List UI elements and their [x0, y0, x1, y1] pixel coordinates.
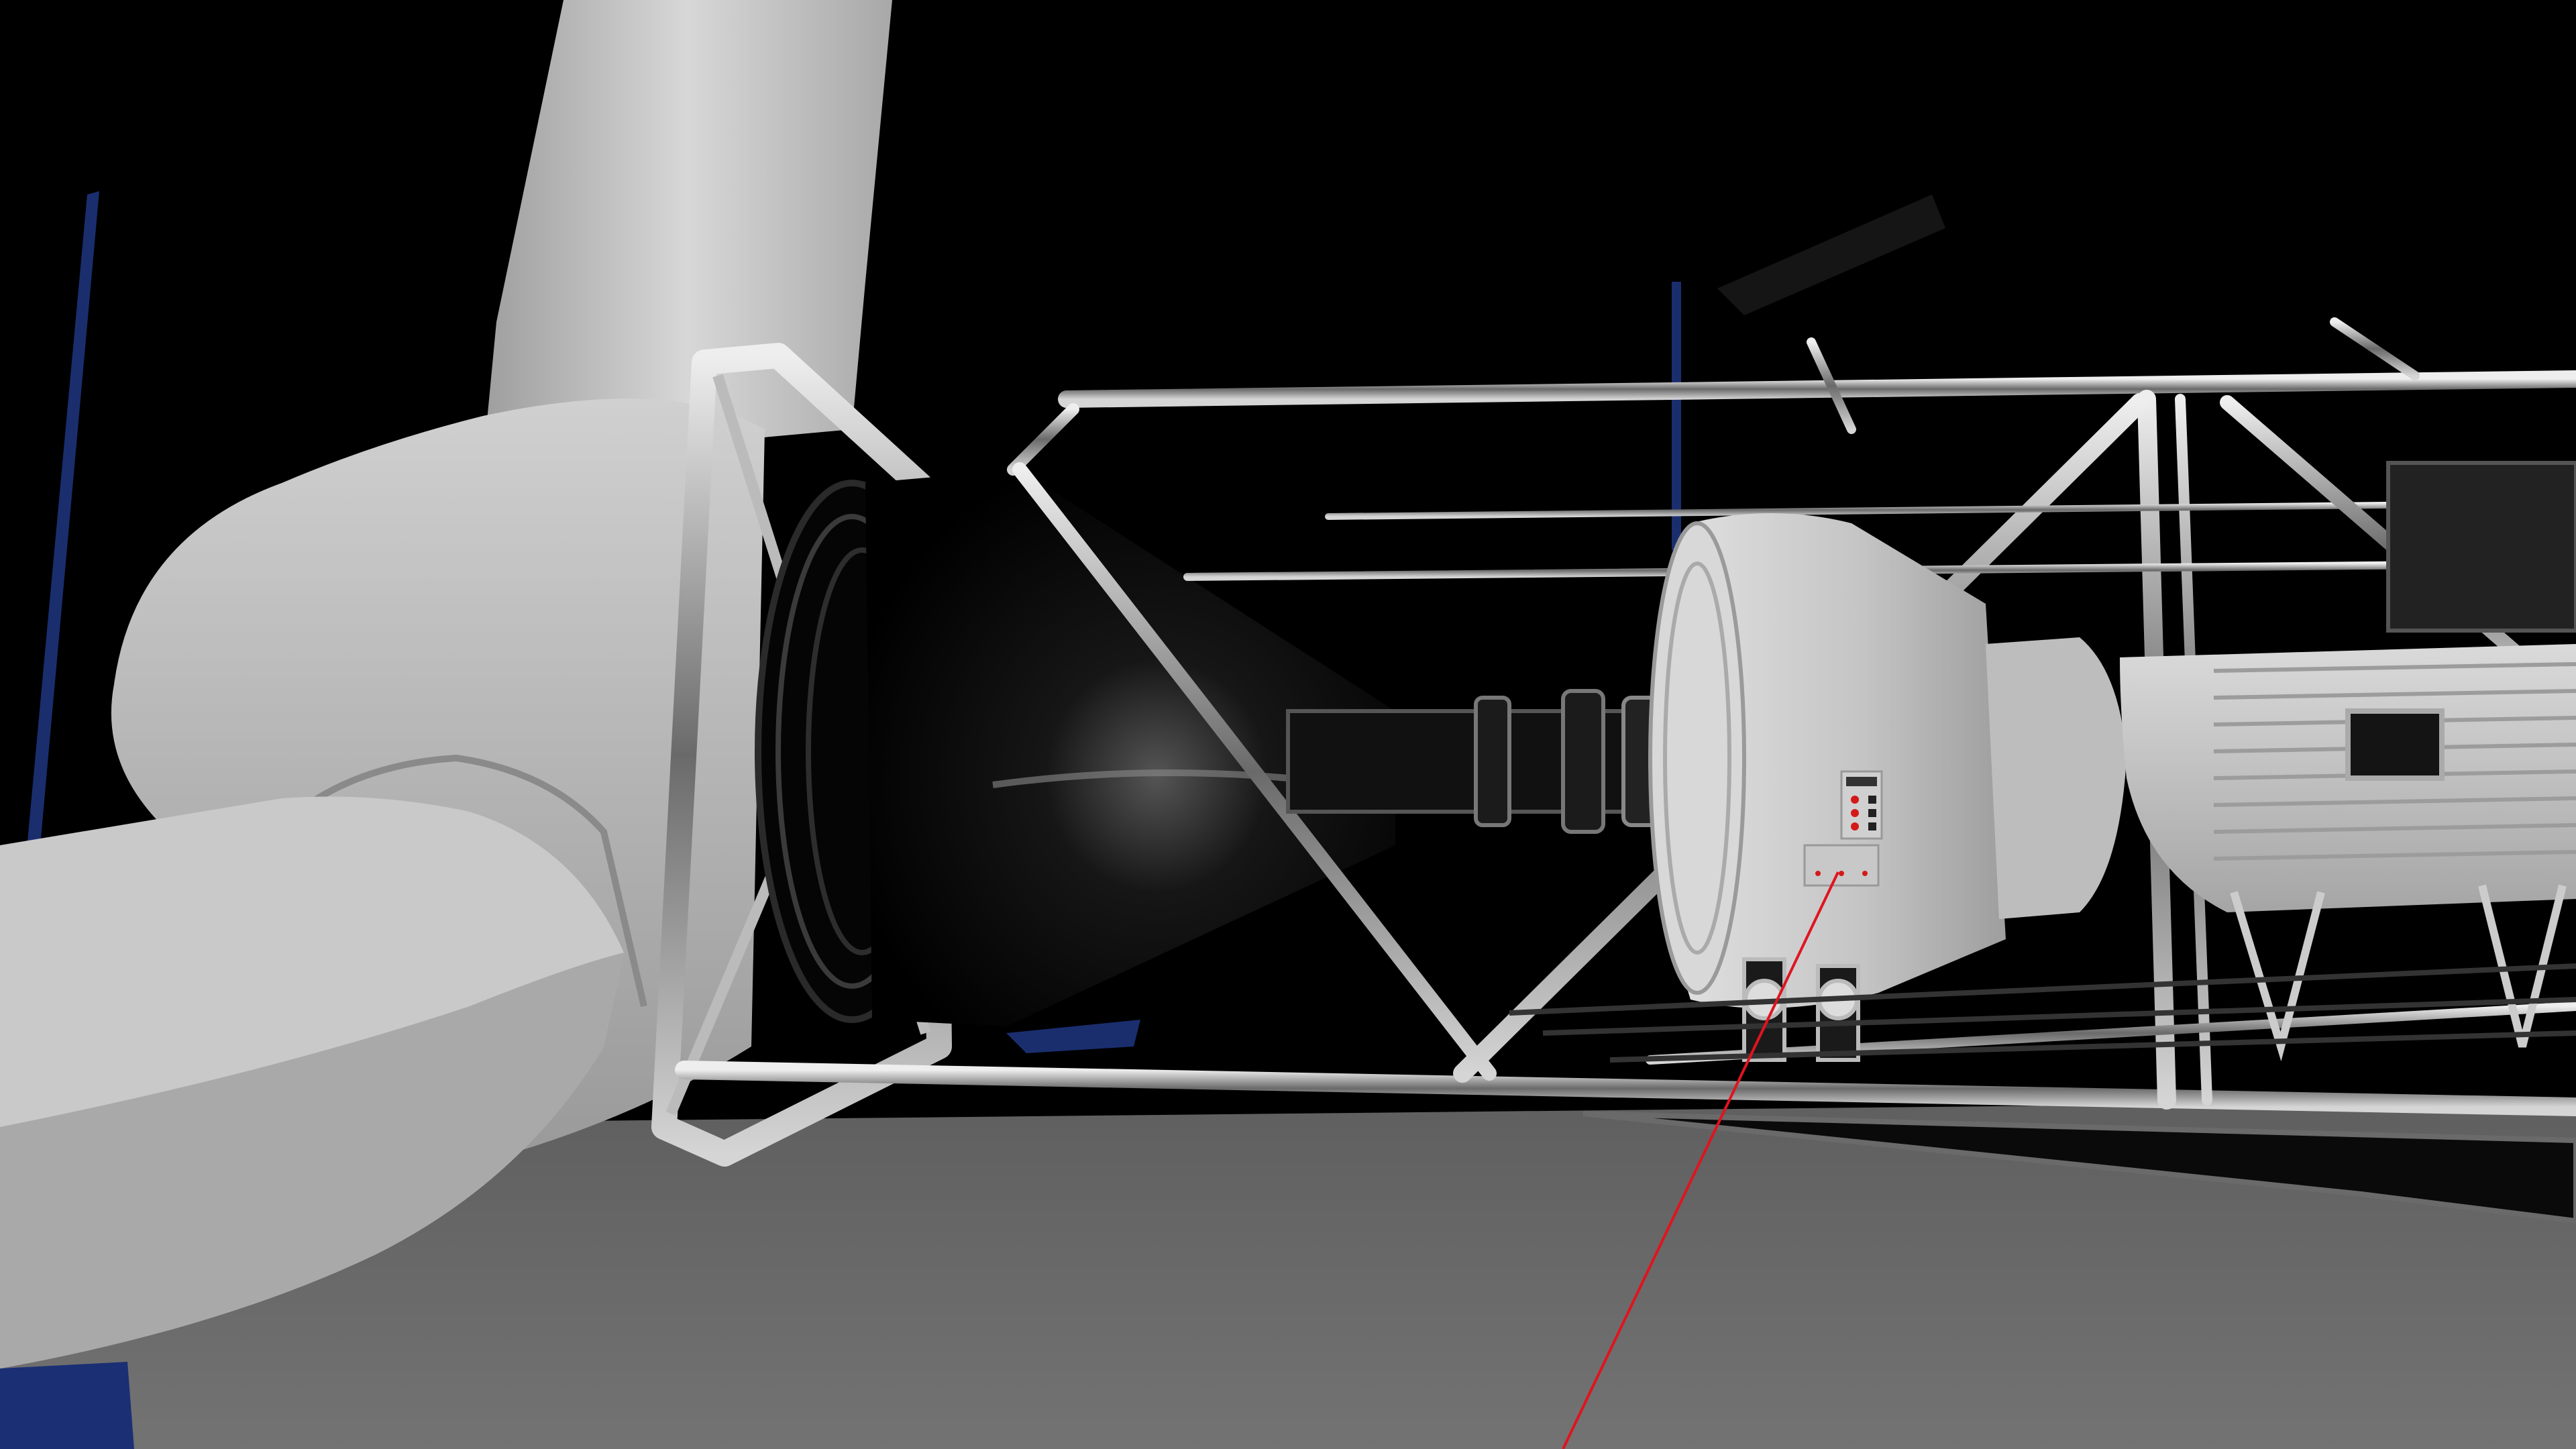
scene-3d-render[interactable] [0, 0, 2576, 1449]
rear-panel [2386, 461, 2576, 633]
indicator-light-1 [1851, 796, 1859, 804]
generator-terminal-box [2345, 708, 2445, 781]
indicator-light-2 [1851, 809, 1859, 817]
vr-viewport[interactable] [0, 0, 2576, 1449]
shaft-coupling-1 [1474, 696, 1511, 827]
indicator-light-3 [1851, 822, 1859, 830]
shaft-coupling-2 [1561, 689, 1605, 834]
blue-floor-patch-left [0, 1362, 134, 1449]
